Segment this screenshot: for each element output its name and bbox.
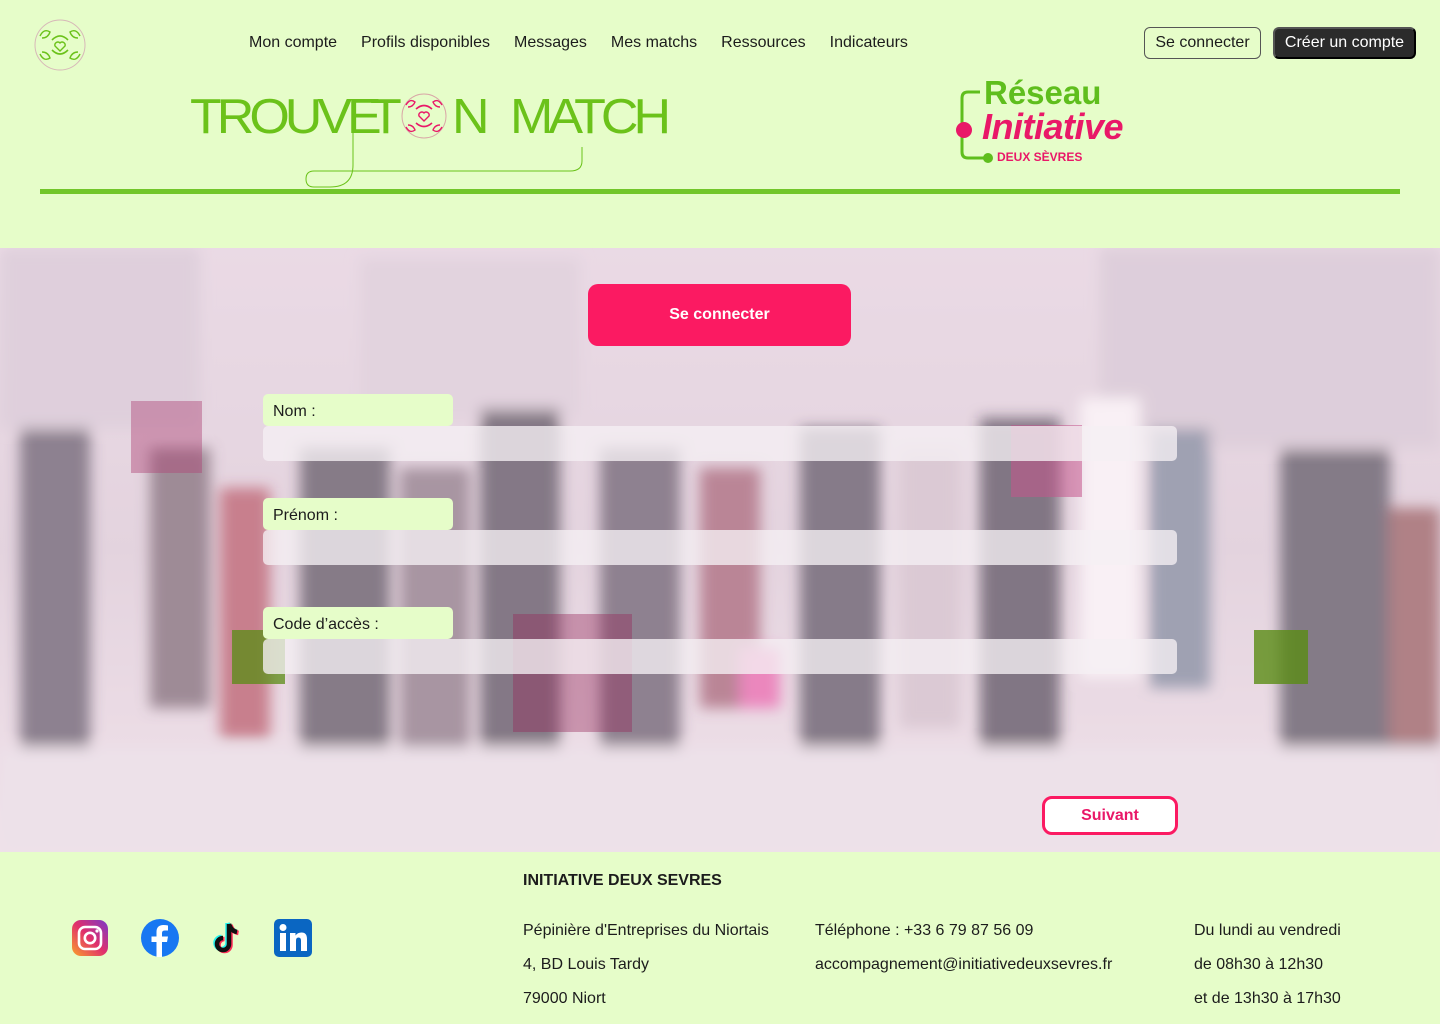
code-acces-input[interactable] [263, 639, 1177, 674]
decor-square [1254, 630, 1308, 684]
linkedin-icon[interactable] [273, 918, 313, 958]
nav-mes-matchs[interactable]: Mes matchs [611, 33, 697, 53]
login-hero: Se connecter Nom : Prénom : Code d’accès… [0, 248, 1440, 852]
nom-label: Nom : [263, 394, 453, 426]
nav-mon-compte[interactable]: Mon compte [249, 33, 337, 53]
decor-square [131, 401, 202, 473]
create-account-button[interactable]: Créer un compte [1273, 27, 1416, 59]
footer-address-line: 79000 Niort [523, 990, 606, 1007]
footer-address-line: 4, BD Louis Tardy [523, 956, 649, 973]
site-footer: INITIATIVE DEUX SEVRES Pépinière d'Entre… [0, 852, 1440, 1024]
nav-ressources[interactable]: Ressources [721, 33, 805, 53]
nom-input[interactable] [263, 426, 1177, 461]
footer-hours-line: de 08h30 à 12h30 [1194, 956, 1324, 973]
footer-org-name: INITIATIVE DEUX SEVRES [523, 872, 722, 889]
footer-address-line: Pépinière d'Entreprises du Niortais [523, 922, 769, 939]
main-nav: Mon compte Profils disponibles Messages … [249, 33, 932, 53]
footer-hours-line: et de 13h30 à 17h30 [1194, 990, 1341, 1007]
facebook-icon[interactable] [140, 918, 180, 958]
footer-email[interactable]: accompagnement@initiativedeuxsevres.fr [815, 955, 1112, 975]
brand-title-logo: TROUVE T N MATCH [190, 85, 671, 195]
tiktok-icon[interactable] [206, 918, 246, 958]
nav-profils-disponibles[interactable]: Profils disponibles [361, 33, 490, 53]
partner-line-deux-sevres: DEUX SÈVRES [997, 150, 1083, 164]
header-divider [40, 189, 1400, 194]
code-acces-label: Code d’accès : [263, 607, 453, 639]
prenom-label: Prénom : [263, 498, 453, 530]
footer-hours-line: Du lundi au vendredi [1194, 922, 1341, 939]
site-header: Mon compte Profils disponibles Messages … [0, 0, 1440, 248]
instagram-icon[interactable] [70, 918, 110, 958]
reseau-initiative-logo[interactable]: Réseau Initiative DEUX SÈVRES [950, 74, 1150, 168]
brand-swoosh [305, 111, 583, 188]
partner-line-initiative: Initiative [982, 106, 1124, 147]
nav-indicateurs[interactable]: Indicateurs [830, 33, 908, 53]
login-title-button[interactable]: Se connecter [588, 284, 851, 346]
nav-messages[interactable]: Messages [514, 33, 587, 53]
prenom-input[interactable] [263, 530, 1177, 565]
next-button[interactable]: Suivant [1042, 796, 1178, 835]
header-login-button[interactable]: Se connecter [1144, 27, 1261, 59]
trouve-ton-match-logo-icon[interactable] [32, 18, 88, 72]
footer-phone[interactable]: Téléphone : +33 6 79 87 56 09 [815, 921, 1033, 941]
